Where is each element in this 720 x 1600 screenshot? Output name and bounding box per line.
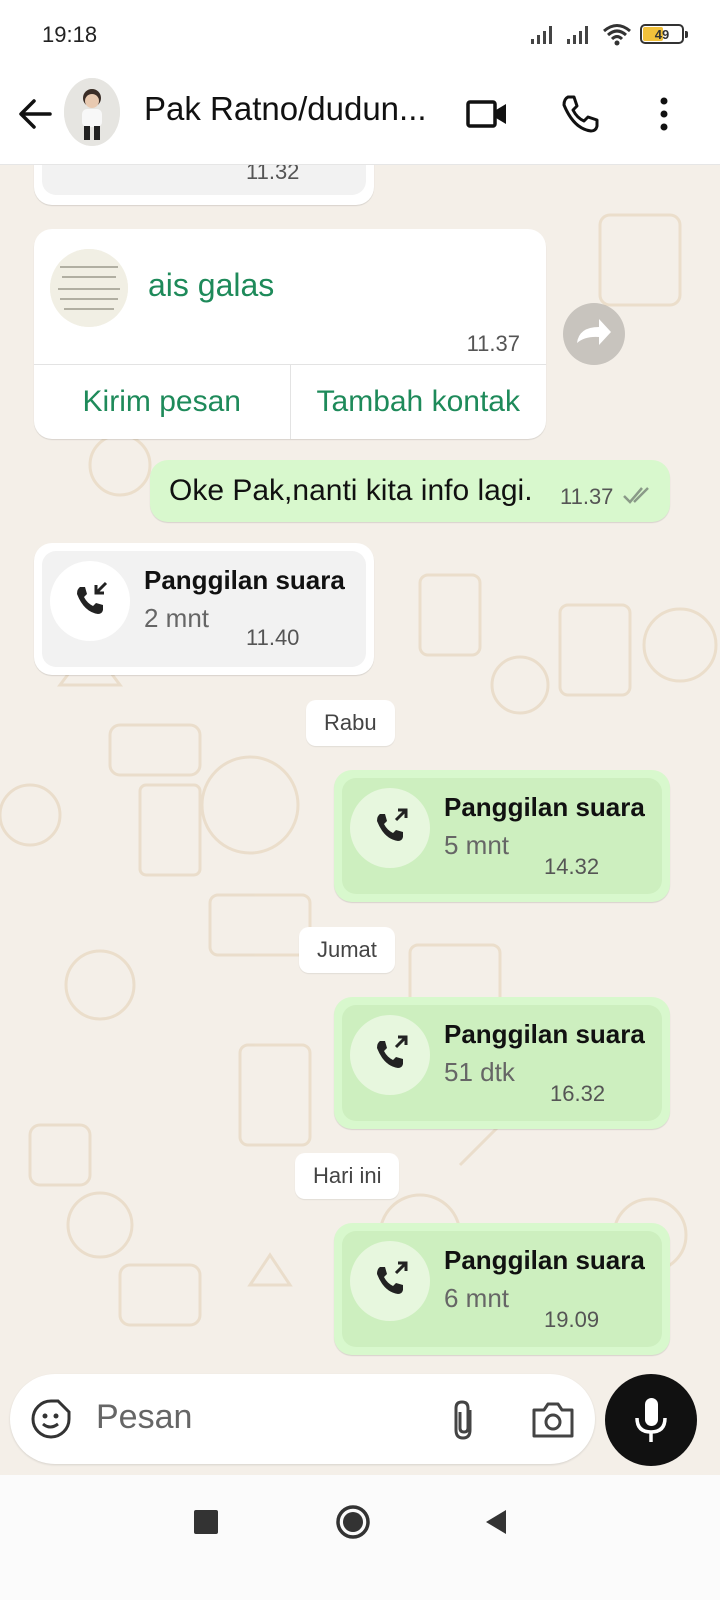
back-arrow-icon[interactable] (14, 92, 58, 136)
call-duration: 6 mnt (444, 1283, 510, 1313)
signal-icon (567, 26, 588, 44)
partial-message-bubble[interactable]: 11.32 (34, 165, 374, 205)
status-time: 19:18 (42, 22, 98, 47)
status-icons: 49 (530, 22, 688, 46)
wifi-icon (603, 24, 631, 46)
outgoing-call-message[interactable]: Panggilan suara 5 mnt 14.32 (334, 770, 670, 902)
call-icon-circle (350, 788, 430, 868)
call-icon-circle (350, 1241, 430, 1321)
chat-header: Pak Ratno/dudun... (0, 68, 720, 165)
sticker-icon[interactable] (30, 1398, 72, 1440)
contact-card-actions: Kirim pesan Tambah kontak (34, 364, 546, 439)
outgoing-call-icon (377, 808, 408, 841)
call-title: Panggilan suara (444, 1245, 645, 1275)
outgoing-call-icon (377, 1261, 408, 1294)
battery-level: 49 (654, 26, 670, 42)
call-icon-circle (50, 561, 130, 641)
message-time: 14.32 (544, 854, 600, 879)
attachment-icon[interactable] (448, 1398, 480, 1442)
outgoing-call-icon (377, 1035, 408, 1068)
phone-icon[interactable] (558, 92, 602, 136)
outgoing-call-message[interactable]: Panggilan suara 6 mnt 19.09 (334, 1223, 670, 1355)
contact-name[interactable]: Pak Ratno/dudun... (144, 90, 434, 128)
incoming-call-icon (77, 581, 108, 614)
forward-button[interactable] (563, 303, 625, 365)
microphone-icon (635, 1398, 667, 1442)
message-input[interactable]: Pesan (96, 1398, 192, 1437)
more-options-icon[interactable] (642, 92, 686, 136)
system-nav-bar (0, 1475, 720, 1600)
contact-avatar[interactable] (64, 78, 120, 146)
signal-icon (531, 26, 552, 44)
outgoing-call-message[interactable]: Panggilan suara 51 dtk 16.32 (334, 997, 670, 1129)
call-title: Panggilan suara (444, 792, 645, 822)
message-time: 11.37 (466, 331, 520, 356)
video-call-icon[interactable] (465, 92, 509, 136)
double-check-icon (623, 487, 649, 504)
back-button[interactable] (482, 1507, 510, 1537)
call-duration: 2 mnt (144, 603, 210, 633)
message-time: 16.32 (550, 1081, 606, 1106)
call-duration: 51 dtk (444, 1057, 515, 1087)
message-input-bar: Pesan (10, 1374, 595, 1464)
call-duration: 5 mnt (444, 830, 510, 860)
shared-contact-name: ais galas (148, 267, 275, 303)
day-separator: Jumat (299, 927, 395, 973)
camera-icon[interactable] (530, 1400, 576, 1440)
day-separator: Hari ini (295, 1153, 400, 1199)
outgoing-text-message[interactable]: Oke Pak,nanti kita info lagi. 11.37 (150, 460, 670, 522)
incoming-call-message[interactable]: Panggilan suara 2 mnt 11.40 (34, 543, 374, 675)
chat-area[interactable]: 11.32 ais galas 11.37 Kirim pesan Tambah… (0, 165, 720, 1395)
call-title: Panggilan suara (444, 1019, 645, 1049)
day-separator: Rabu (306, 700, 395, 746)
message-time: 11.37 (560, 484, 614, 509)
call-icon-circle (350, 1015, 430, 1095)
shared-contact-card[interactable]: ais galas 11.37 Kirim pesan Tambah konta… (34, 229, 546, 439)
message-time: 19.09 (544, 1307, 600, 1332)
add-contact-button[interactable]: Tambah kontak (289, 365, 547, 439)
forward-icon (577, 319, 611, 345)
message-time: 11.40 (246, 625, 300, 650)
status-bar: 19:18 49 (0, 0, 720, 68)
home-button[interactable] (334, 1503, 372, 1541)
send-message-button[interactable]: Kirim pesan (34, 365, 290, 439)
recent-apps-button[interactable] (194, 1510, 218, 1534)
battery-icon: 49 (640, 24, 688, 44)
shared-contact-avatar (50, 249, 128, 327)
message-time: 11.32 (246, 165, 300, 184)
call-title: Panggilan suara (144, 565, 345, 595)
message-text: Oke Pak,nanti kita info lagi. (169, 474, 533, 507)
voice-message-button[interactable] (605, 1374, 697, 1466)
